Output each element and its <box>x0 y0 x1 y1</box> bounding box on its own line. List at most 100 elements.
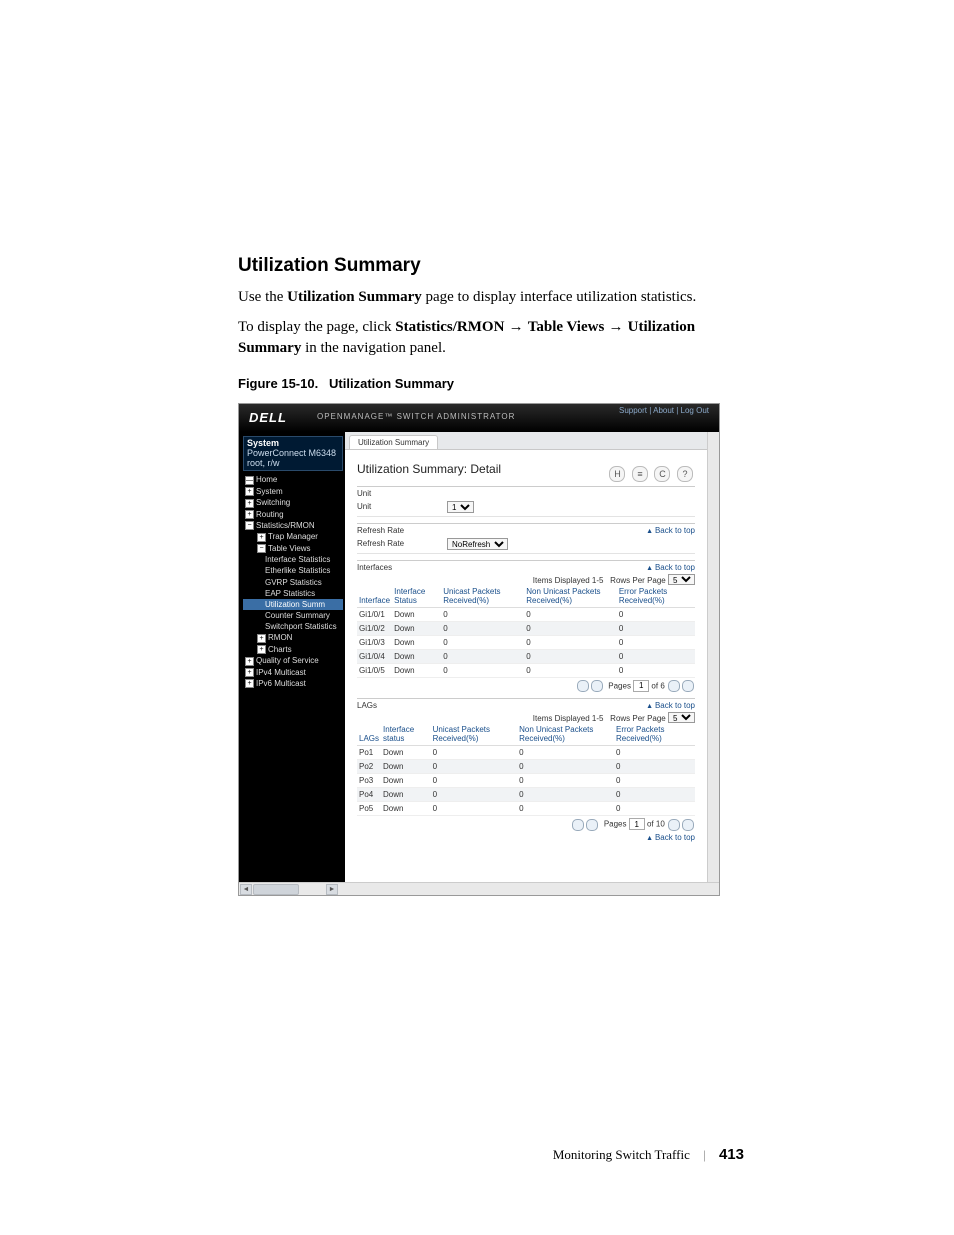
refresh-section-label: Refresh Rate <box>357 526 695 535</box>
nav-ipv6-multicast[interactable]: +IPv6 Multicast <box>243 678 343 689</box>
refresh-select[interactable]: NoRefresh <box>447 538 508 550</box>
nav-charts[interactable]: +Charts <box>243 644 343 655</box>
table-cell: 0 <box>614 760 695 774</box>
vertical-scrollbar[interactable] <box>707 432 719 882</box>
nav-eap-statistics[interactable]: EAP Statistics <box>243 588 343 599</box>
system-panel: System PowerConnect M6348 root, r/w <box>243 436 343 472</box>
table-cell: 0 <box>431 774 517 788</box>
col-error[interactable]: Error Packets Received(%) <box>614 723 695 746</box>
unit-select[interactable]: 1 <box>447 501 474 513</box>
col-nonunicast[interactable]: Non Unicast Packets Received(%) <box>524 585 617 608</box>
pages-label: Pages <box>604 820 627 829</box>
rows-per-page-select[interactable]: 5 <box>668 574 695 585</box>
nav-switching[interactable]: +Switching <box>243 497 343 508</box>
col-nonunicast[interactable]: Non Unicast Packets Received(%) <box>517 723 614 746</box>
col-interface[interactable]: Interface <box>357 585 392 608</box>
table-row: Gi1/0/2Down000 <box>357 621 695 635</box>
nav-trap-manager[interactable]: +Trap Manager <box>243 531 343 542</box>
nav-routing[interactable]: +Routing <box>243 509 343 520</box>
nav-gvrp-statistics[interactable]: GVRP Statistics <box>243 577 343 588</box>
nav-table-views[interactable]: −Table Views <box>243 543 343 554</box>
col-unicast[interactable]: Unicast Packets Received(%) <box>441 585 524 608</box>
nav-interface-statistics[interactable]: Interface Statistics <box>243 554 343 565</box>
nav-routing-label: Routing <box>256 510 284 519</box>
rows-per-page-select[interactable]: 5 <box>668 712 695 723</box>
expand-icon[interactable]: + <box>245 668 254 677</box>
first-page-icon[interactable] <box>577 680 589 692</box>
last-page-icon[interactable] <box>682 680 694 692</box>
back-to-top-link[interactable]: Back to top <box>646 563 695 572</box>
toolbar-icons: H ≡ C ? <box>605 466 693 482</box>
tree-marker-icon: — <box>245 476 254 485</box>
interfaces-pager: Pages of 6 <box>357 680 695 692</box>
col-lags[interactable]: LAGs <box>357 723 381 746</box>
page-input[interactable] <box>633 680 649 692</box>
scroll-thumb[interactable] <box>253 884 299 895</box>
scroll-right-icon[interactable]: ► <box>326 884 338 895</box>
table-cell: Down <box>392 663 441 677</box>
nav-switchport-statistics[interactable]: Switchport Statistics <box>243 621 343 632</box>
table-row: Gi1/0/5Down000 <box>357 663 695 677</box>
top-links[interactable]: Support | About | Log Out <box>619 406 709 415</box>
horizontal-scrollbar[interactable]: ◄ ► <box>239 882 719 895</box>
table-cell: Down <box>381 746 431 760</box>
expand-icon[interactable]: + <box>245 679 254 688</box>
help-icon[interactable]: ? <box>677 466 693 482</box>
save-icon[interactable]: H <box>609 466 625 482</box>
table-row: Po2Down000 <box>357 760 695 774</box>
col-error[interactable]: Error Packets Received(%) <box>617 585 695 608</box>
screenshot: DELL OPENMANAGE™ SWITCH ADMINISTRATOR Su… <box>238 403 720 896</box>
page-input[interactable] <box>629 818 645 830</box>
expand-icon[interactable]: + <box>257 645 266 654</box>
table-cell: 0 <box>614 802 695 816</box>
table-cell: 0 <box>524 649 617 663</box>
nav-rmon[interactable]: +RMON <box>243 632 343 643</box>
last-page-icon[interactable] <box>682 819 694 831</box>
refresh-icon[interactable]: C <box>654 466 670 482</box>
active-tab[interactable]: Utilization Summary <box>349 435 438 449</box>
first-page-icon[interactable] <box>572 819 584 831</box>
nav-qos[interactable]: +Quality of Service <box>243 655 343 666</box>
nav-counter-summary[interactable]: Counter Summary <box>243 610 343 621</box>
text-content: Utilization Summary Use the Utilization … <box>238 255 728 896</box>
back-to-top-link[interactable]: Back to top <box>646 833 695 842</box>
nav-etherlike-statistics[interactable]: Etherlike Statistics <box>243 565 343 576</box>
table-cell: 0 <box>517 802 614 816</box>
table-cell: Down <box>381 788 431 802</box>
nav-home[interactable]: —Home <box>243 474 343 485</box>
scroll-left-icon[interactable]: ◄ <box>240 884 252 895</box>
rows-per-page-label: Rows Per Page <box>610 576 666 585</box>
table-cell: 0 <box>431 760 517 774</box>
prev-page-icon[interactable] <box>591 680 603 692</box>
nav-trap-label: Trap Manager <box>268 532 318 541</box>
col-status[interactable]: Interface Status <box>392 585 441 608</box>
table-cell: 0 <box>441 621 524 635</box>
back-to-top-link[interactable]: Back to top <box>646 526 695 535</box>
lags-label: LAGs <box>357 701 695 710</box>
col-unicast[interactable]: Unicast Packets Received(%) <box>431 723 517 746</box>
next-page-icon[interactable] <box>668 680 680 692</box>
table-cell: Gi1/0/3 <box>357 635 392 649</box>
table-cell: Down <box>392 621 441 635</box>
expand-icon[interactable]: + <box>245 510 254 519</box>
expand-icon[interactable]: + <box>245 499 254 508</box>
expand-icon[interactable]: + <box>245 487 254 496</box>
print-icon[interactable]: ≡ <box>632 466 648 482</box>
col-status[interactable]: Interface status <box>381 723 431 746</box>
nav-ipv4-multicast[interactable]: +IPv4 Multicast <box>243 667 343 678</box>
nav-system[interactable]: +System <box>243 486 343 497</box>
section-heading: Utilization Summary <box>238 255 728 277</box>
expand-icon[interactable]: + <box>245 657 254 666</box>
nav-utilization-summary[interactable]: Utilization Summ <box>243 599 343 610</box>
next-page-icon[interactable] <box>668 819 680 831</box>
expand-icon[interactable]: + <box>257 533 266 542</box>
collapse-icon[interactable]: − <box>257 544 266 553</box>
expand-icon[interactable]: + <box>257 634 266 643</box>
table-cell: 0 <box>614 774 695 788</box>
prev-page-icon[interactable] <box>586 819 598 831</box>
table-cell: 0 <box>431 746 517 760</box>
back-to-top-link[interactable]: Back to top <box>646 701 695 710</box>
table-cell: 0 <box>617 649 695 663</box>
collapse-icon[interactable]: − <box>245 521 254 530</box>
nav-stats-rmon[interactable]: −Statistics/RMON <box>243 520 343 531</box>
